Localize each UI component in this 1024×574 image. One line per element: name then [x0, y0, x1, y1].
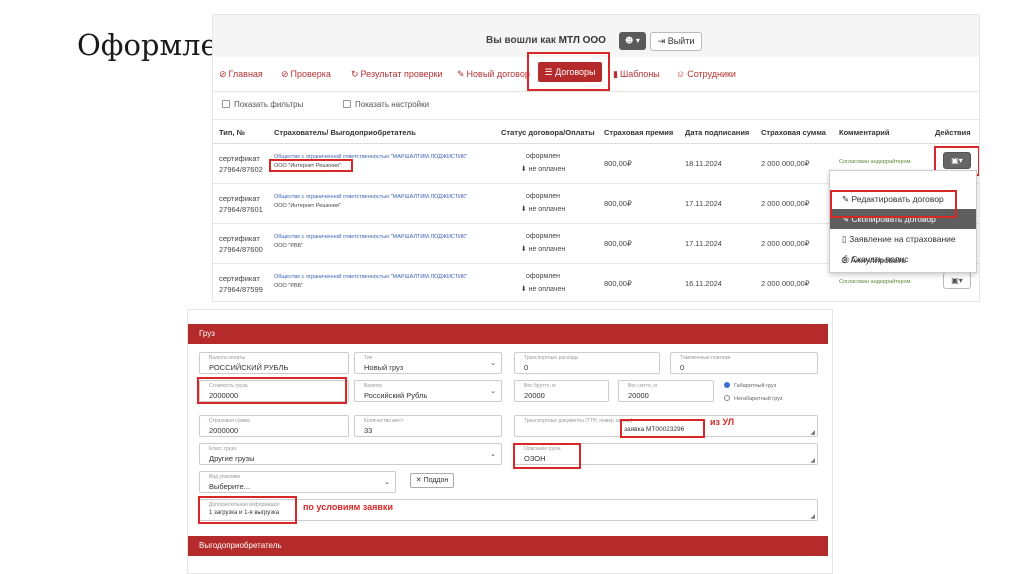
cargo-section-header: Груз: [188, 324, 828, 344]
download-icon: ⬇: [520, 166, 527, 173]
highlight-copy-contract: [830, 190, 957, 218]
download-icon: ⬇: [520, 286, 527, 293]
highlight-description: [513, 443, 581, 469]
contract-number: 27964/87602: [219, 165, 263, 174]
highlight-beneficiary: [269, 159, 353, 172]
currency2-select[interactable]: Валюта Российский Рубль ⌄: [354, 380, 502, 402]
logout-icon: ⇥: [657, 36, 666, 46]
insurer-link[interactable]: Общество с ограниченной ответственностью…: [274, 233, 467, 242]
edit-icon: ✎: [457, 69, 465, 79]
beneficiary: ООО "РВБ": [274, 283, 304, 289]
nav-check-result[interactable]: ↻ Результат проверки: [351, 69, 443, 80]
col-sum: Страховая сумма: [761, 128, 826, 137]
cargo-type-select[interactable]: Тип Новый груз ⌄: [354, 352, 502, 374]
table-header: Тип, № Страхователь/ Выгодоприобретатель…: [213, 120, 979, 144]
show-settings-checkbox[interactable]: Показать настройки: [343, 100, 429, 109]
beneficiary-section-header: Выгодоприобретатель: [188, 536, 828, 556]
nav-templates[interactable]: ▮ Шаблоны: [613, 69, 660, 80]
chevron-down-icon: ⌄: [490, 359, 496, 367]
checkbox-icon: [222, 100, 230, 108]
home-icon: ⊘: [219, 69, 227, 79]
beneficiary: ООО "Интернет Решения": [274, 203, 341, 209]
net-weight-input[interactable]: Вес нетто, кг 20000: [618, 380, 714, 402]
contracts-screen: Вы вошли как МТЛ ООО ☻ ▾ ⇥ Выйти ⊘ Главна…: [212, 14, 980, 302]
radio-icon: [724, 395, 730, 401]
places-input[interactable]: Количество мест 33: [354, 415, 502, 437]
close-icon: ✕: [415, 477, 422, 484]
highlight-contracts-tab: [527, 52, 610, 91]
insured-sum-input[interactable]: Страховая сумма 2000000: [199, 415, 349, 437]
col-insurer: Страхователь/ Выгодоприобретатель: [274, 128, 416, 137]
highlight-cargo-cost: [197, 377, 347, 404]
resize-icon: ◢: [810, 457, 815, 464]
col-date: Дата подписания: [685, 128, 750, 137]
briefcase-icon: ▣▾: [951, 276, 963, 285]
ban-icon: ⊘: [841, 255, 849, 265]
user-name: МТЛ ООО: [558, 35, 606, 46]
radio-negabarit[interactable]: Негабаритный груз: [724, 395, 783, 402]
chevron-down-icon: ⌄: [384, 478, 390, 486]
resize-icon: ◢: [810, 429, 815, 436]
col-type: Тип, №: [219, 128, 245, 137]
transport-costs-input[interactable]: Транспортные расходы 0: [514, 352, 660, 374]
currency-select[interactable]: Валюта оплаты РОССИЙСКИЙ РУБЛЬ: [199, 352, 349, 374]
pallet-chip[interactable]: ✕ Поддон: [410, 473, 454, 488]
cargo-form-screen: Груз Валюта оплаты РОССИЙСКИЙ РУБЛЬ Тип Но…: [187, 309, 833, 574]
resize-icon: ◢: [810, 513, 815, 520]
customs-input[interactable]: Таможенные платежи 0: [670, 352, 818, 374]
nav-new-contract[interactable]: ✎ Новый договор: [457, 69, 530, 80]
gross-weight-input[interactable]: Вес брутто, кг 20000: [514, 380, 609, 402]
contract-number: 27964/87601: [219, 205, 263, 214]
checkbox-icon: [343, 100, 351, 108]
beneficiary: ООО "РВБ": [274, 243, 304, 249]
logout-button[interactable]: ⇥ Выйти: [650, 32, 702, 51]
contract-number: 27964/87600: [219, 245, 263, 254]
download-icon: ⬇: [520, 246, 527, 253]
radio-checked-icon: [724, 382, 730, 388]
nav-home[interactable]: ⊘ Главная: [219, 69, 263, 80]
file-icon: ▮: [613, 69, 618, 79]
annotation-terms: по условиям заявки: [303, 502, 393, 512]
download-icon: ⬇: [520, 206, 527, 213]
login-info: Вы вошли как МТЛ ООО: [486, 35, 606, 46]
user-menu-button[interactable]: ☻ ▾: [619, 32, 646, 50]
filters-bar: Показать фильтры Показать настройки: [213, 92, 979, 120]
radio-gabarit[interactable]: Габаритный груз: [724, 382, 776, 389]
document-icon: ▯: [842, 234, 847, 244]
highlight-additional-info: [198, 496, 297, 524]
menu-annul[interactable]: ⊘ Аннулировать: [829, 250, 977, 270]
users-icon: ☺: [676, 69, 686, 79]
top-bar: Вы вошли как МТЛ ООО ☻ ▾ ⇥ Выйти: [213, 15, 979, 57]
col-premium: Страховая премия: [604, 128, 674, 137]
chevron-down-icon: ⌄: [490, 450, 496, 458]
contract-number: 27964/87599: [219, 285, 263, 294]
show-filters-checkbox[interactable]: Показать фильтры: [222, 100, 303, 109]
cargo-class-select[interactable]: Класс груза Другие грузы ⌄: [199, 443, 502, 465]
col-actions: Действия: [935, 128, 971, 137]
annotation-from-ul: из УЛ: [710, 417, 735, 427]
packaging-select[interactable]: Вид упаковки Выберите... ⌄: [199, 471, 396, 493]
history-icon: ↻: [351, 69, 359, 79]
insurer-link[interactable]: Общество с ограниченной ответственностью…: [274, 273, 467, 282]
menu-application[interactable]: ▯ Заявление на страхование: [830, 229, 976, 249]
insurer-link[interactable]: Общество с ограниченной ответственностью…: [274, 193, 467, 202]
nav-check[interactable]: ⊘ Проверка: [281, 69, 331, 80]
col-status: Статус договора/Оплаты: [501, 128, 595, 137]
highlight-invoice: [620, 419, 705, 438]
check-icon: ⊘: [281, 69, 289, 79]
actions-button[interactable]: ▣▾: [943, 272, 971, 289]
col-comment: Комментарий: [839, 128, 890, 137]
nav-employees[interactable]: ☺ Сотрудники: [676, 69, 736, 79]
chevron-down-icon: ⌄: [490, 387, 496, 395]
